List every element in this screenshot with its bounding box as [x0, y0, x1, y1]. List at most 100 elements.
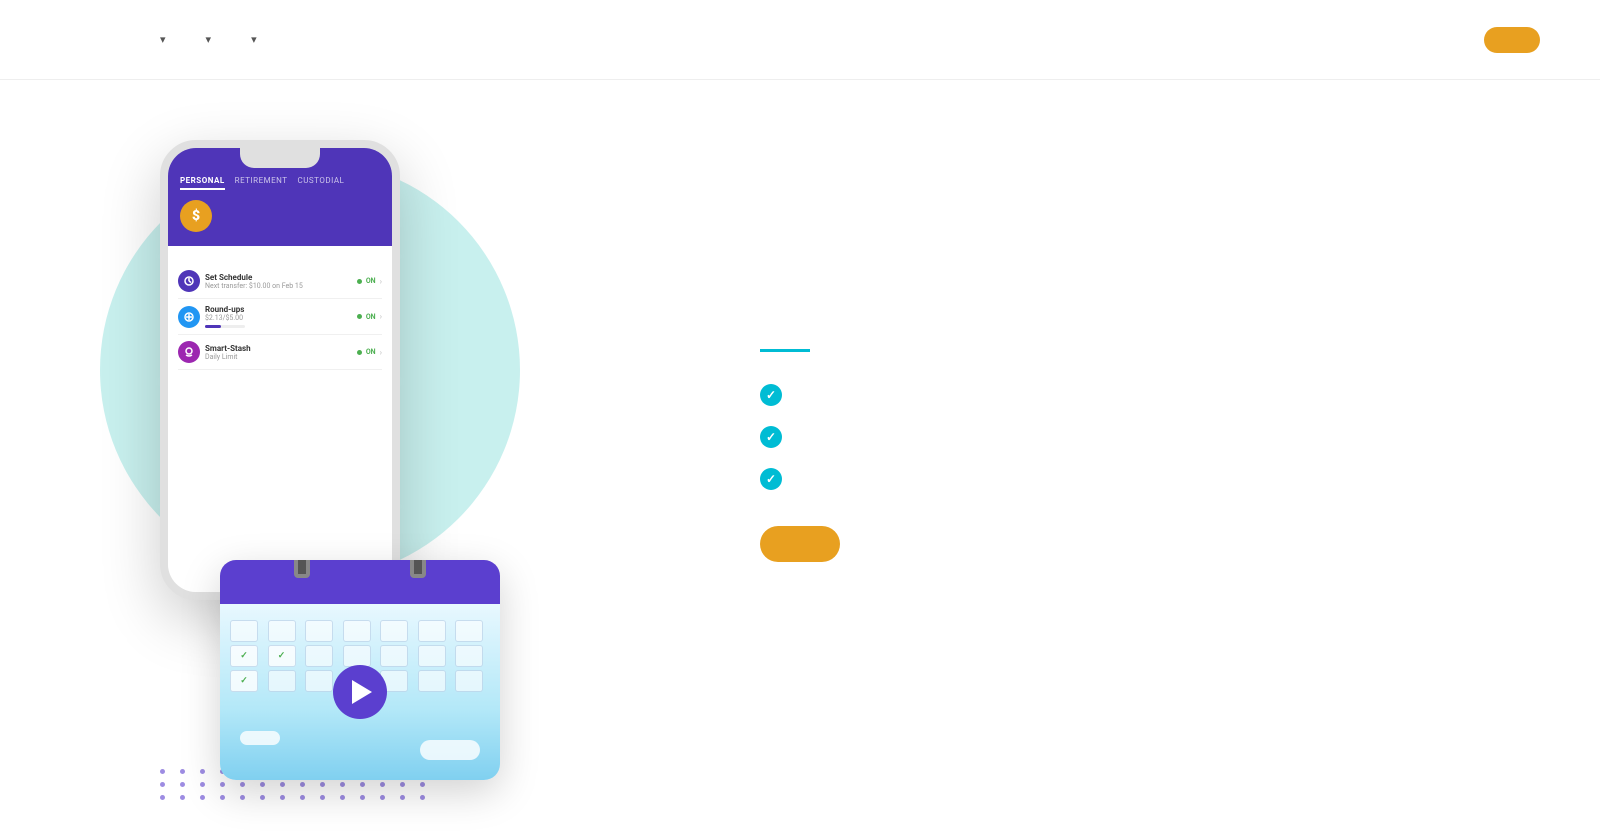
strategy-set-schedule: Set Schedule Next transfer: $10.00 on Fe… — [178, 264, 382, 299]
dot-decoration — [380, 795, 385, 800]
dot-decoration — [300, 795, 305, 800]
tab-personal[interactable]: PERSONAL — [180, 176, 225, 190]
phone-mockup: PERSONAL RETIREMENT CUSTODIAL $ — [160, 140, 400, 600]
cal-cell — [455, 620, 483, 642]
on-indicator — [357, 279, 362, 284]
play-icon — [352, 680, 372, 704]
cloud-decoration — [240, 731, 280, 745]
dot-decoration — [400, 795, 405, 800]
cta-row — [760, 526, 840, 582]
nav-investments[interactable]: ▾ — [202, 33, 212, 46]
set-schedule-icon — [178, 270, 200, 292]
strategy-name: Smart-Stash — [205, 344, 251, 353]
phone-body: Set Schedule Next transfer: $10.00 on Fe… — [168, 246, 392, 592]
dot-decoration — [180, 782, 185, 787]
progress-bar — [205, 325, 245, 328]
dot-decoration — [260, 782, 265, 787]
calendar-rings — [294, 560, 426, 578]
calendar-header — [220, 560, 500, 604]
cal-cell — [380, 620, 408, 642]
dot-decoration — [240, 795, 245, 800]
dot-decoration — [320, 782, 325, 787]
cal-cell — [418, 670, 446, 692]
phone-coin-icon: $ — [180, 200, 212, 232]
get-stash-button[interactable] — [1484, 27, 1540, 53]
phone-tabs: PERSONAL RETIREMENT CUSTODIAL — [180, 176, 380, 190]
dot-decoration — [180, 769, 185, 774]
dot-decoration — [300, 782, 305, 787]
cal-cell — [343, 620, 371, 642]
phone-outer: PERSONAL RETIREMENT CUSTODIAL $ — [160, 140, 400, 600]
dot-decoration — [340, 795, 345, 800]
dot-decoration — [360, 782, 365, 787]
strategy-name: Round-ups — [205, 305, 245, 314]
strategy-sub: $2.13/$5.00 — [205, 314, 245, 322]
nav-right — [1456, 27, 1540, 53]
dot-decoration — [420, 795, 425, 800]
on-label: ON — [366, 313, 376, 321]
right-content: ✓ ✓ — [700, 80, 1600, 840]
dot-decoration — [260, 795, 265, 800]
dot-decoration — [200, 795, 205, 800]
calendar-card[interactable]: ✓ ✓ ✓ — [220, 560, 500, 780]
strategy-smart-stash: Smart-Stash Daily Limit ON › — [178, 335, 382, 370]
round-ups-icon — [178, 306, 200, 328]
dot-decoration — [200, 769, 205, 774]
chevron-right-icon: › — [380, 348, 382, 357]
tab-custodial[interactable]: CUSTODIAL — [298, 176, 345, 190]
nav-education[interactable]: ▾ — [247, 33, 257, 46]
nav-account-types[interactable]: ▾ — [156, 33, 166, 46]
cal-cell — [305, 670, 333, 692]
cal-cell — [305, 645, 333, 667]
cal-cell: ✓ — [230, 645, 258, 667]
dot-decoration — [340, 782, 345, 787]
dot-decoration — [160, 795, 165, 800]
cal-cell — [305, 620, 333, 642]
progress-fill — [205, 325, 221, 328]
calendar-ring-right — [410, 560, 426, 578]
features-list: ✓ ✓ — [760, 382, 840, 490]
cal-cell: ✓ — [268, 645, 296, 667]
on-label: ON — [366, 348, 376, 356]
chevron-down-icon: ▾ — [206, 33, 212, 46]
phone-amount-row: $ — [180, 200, 380, 232]
chevron-right-icon: › — [380, 277, 382, 286]
cal-cell — [380, 645, 408, 667]
main-content: PERSONAL RETIREMENT CUSTODIAL $ — [0, 80, 1600, 840]
dot-decoration — [420, 782, 425, 787]
dot-decoration — [200, 782, 205, 787]
chevron-down-icon: ▾ — [251, 33, 257, 46]
play-button[interactable] — [333, 665, 387, 719]
cloud-decoration — [420, 740, 480, 760]
dot-decoration — [240, 782, 245, 787]
left-illustration: PERSONAL RETIREMENT CUSTODIAL $ — [0, 80, 700, 840]
check-circle-icon: ✓ — [760, 426, 782, 448]
cal-cell — [268, 620, 296, 642]
check-circle-icon: ✓ — [760, 468, 782, 490]
strategy-name: Set Schedule — [205, 273, 303, 282]
on-indicator — [357, 314, 362, 319]
tab-retirement[interactable]: RETIREMENT — [235, 176, 288, 190]
dot-decoration — [280, 795, 285, 800]
feature-round-ups: ✓ — [760, 424, 840, 448]
dot-decoration — [380, 782, 385, 787]
dot-decoration — [320, 795, 325, 800]
nav-links: ▾ ▾ ▾ — [120, 33, 1456, 46]
strategy-round-ups: Round-ups $2.13/$5.00 ON › — [178, 299, 382, 335]
get-started-button[interactable] — [760, 526, 840, 562]
dot-decoration — [160, 782, 165, 787]
dot-decoration — [220, 795, 225, 800]
dot-decoration — [360, 795, 365, 800]
cal-cell — [455, 670, 483, 692]
strategy-sub: Next transfer: $10.00 on Feb 15 — [205, 282, 303, 290]
chevron-down-icon: ▾ — [160, 33, 166, 46]
dot-decoration — [280, 782, 285, 787]
feature-set-schedule: ✓ — [760, 382, 840, 406]
dot-decoration — [180, 795, 185, 800]
on-indicator — [357, 350, 362, 355]
feature-smart-stash: ✓ — [760, 466, 840, 490]
dot-decoration — [400, 782, 405, 787]
dot-decoration — [160, 769, 165, 774]
cal-cell — [418, 620, 446, 642]
cal-cell — [230, 620, 258, 642]
